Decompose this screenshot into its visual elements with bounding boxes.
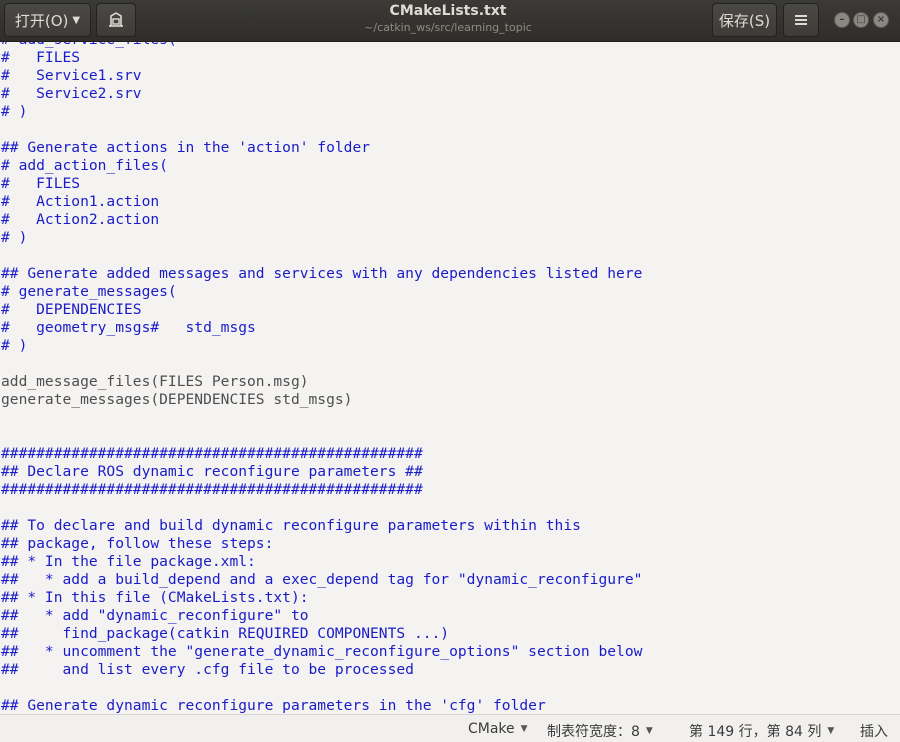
language-label: CMake <box>468 721 515 737</box>
code-line: # FILES <box>1 175 81 192</box>
code-line: ## find_package(catkin REQUIRED COMPONEN… <box>1 625 450 642</box>
close-icon[interactable]: × <box>873 12 889 28</box>
editor-text-area[interactable]: # add_service_files(# FILES# Service1.sr… <box>0 42 900 714</box>
code-line: ## Generate added messages and services … <box>1 265 643 282</box>
code-line: # geometry_msgs# std_msgs <box>1 319 256 336</box>
insert-mode-label: 插入 <box>860 724 888 740</box>
cursor-position-selector[interactable]: 第 149 行，第 84 列 ▼ <box>689 721 834 741</box>
recent-documents-button[interactable] <box>96 3 136 37</box>
chevron-down-icon: ▼ <box>72 14 81 26</box>
hamburger-menu-icon <box>795 15 807 25</box>
code-line: # add_action_files( <box>1 157 168 174</box>
chevron-down-icon: ▼ <box>645 726 653 736</box>
document-recent-icon <box>109 12 123 27</box>
tab-width-selector[interactable]: 制表符宽度：8 ▼ <box>547 721 653 741</box>
code-line: ## To declare and build dynamic reconfig… <box>1 517 581 534</box>
save-button[interactable]: 保存(S) <box>712 3 777 37</box>
code-line: # ) <box>1 229 28 246</box>
code-line: # Service2.srv <box>1 85 142 102</box>
code-line: # ) <box>1 337 28 354</box>
insert-mode-indicator: 插入 <box>860 721 888 741</box>
code-line: ## * In this file (CMakeLists.txt): <box>1 589 309 606</box>
code-line: ########################################… <box>1 445 423 462</box>
language-selector[interactable]: CMake ▼ <box>468 721 528 737</box>
code-line: ########################################… <box>1 481 423 498</box>
code-line: # ) <box>1 103 28 120</box>
code-content: # add_service_files(# FILES# Service1.sr… <box>1 42 642 714</box>
code-line: add_message_files(FILES Person.msg) <box>1 373 309 390</box>
menu-button[interactable] <box>783 3 819 37</box>
code-line: ## Generate actions in the 'action' fold… <box>1 139 371 156</box>
minimize-icon[interactable]: – <box>834 12 850 28</box>
code-line: # Action1.action <box>1 193 160 210</box>
code-line: # Action2.action <box>1 211 160 228</box>
code-line: ## Declare ROS dynamic reconfigure param… <box>1 463 423 480</box>
window-title-block: CMakeLists.txt ~/catkin_ws/src/learning_… <box>250 3 646 35</box>
tab-width-label: 制表符宽度：8 <box>547 724 640 740</box>
code-line: ## * add "dynamic_reconfigure" to <box>1 607 309 624</box>
status-bar: CMake ▼ 制表符宽度：8 ▼ 第 149 行，第 84 列 ▼ 插入 <box>0 714 900 742</box>
code-line: # FILES <box>1 49 81 66</box>
cursor-position-label: 第 149 行，第 84 列 <box>689 724 822 740</box>
code-line: ## and list every .cfg file to be proces… <box>1 661 414 678</box>
window-subtitle: ~/catkin_ws/src/learning_topic <box>364 21 532 34</box>
code-line: # generate_messages( <box>1 283 177 300</box>
save-button-label: 保存(S) <box>718 11 771 30</box>
code-line: ## package, follow these steps: <box>1 535 274 552</box>
code-line: # Service1.srv <box>1 67 142 84</box>
code-line: generate_messages(DEPENDENCIES std_msgs) <box>1 391 353 408</box>
maximize-icon[interactable]: □ <box>853 12 869 28</box>
code-line: ## * uncomment the "generate_dynamic_rec… <box>1 643 643 660</box>
code-line: # DEPENDENCIES <box>1 301 142 318</box>
window-title: CMakeLists.txt <box>389 3 507 19</box>
open-button[interactable]: 打开(O) ▼ <box>4 3 91 37</box>
header-bar: 打开(O) ▼ CMakeLists.txt ~/catkin_ws/src/l… <box>0 0 900 42</box>
open-button-label: 打开(O) <box>14 11 69 30</box>
chevron-down-icon: ▼ <box>827 726 835 736</box>
code-line: ## Generate dynamic reconfigure paramete… <box>1 697 546 714</box>
code-line: ## * add a build_depend and a exec_depen… <box>1 571 643 588</box>
code-line: # add_service_files( <box>1 42 642 49</box>
code-line: ## * In the file package.xml: <box>1 553 256 570</box>
chevron-down-icon: ▼ <box>520 724 528 734</box>
